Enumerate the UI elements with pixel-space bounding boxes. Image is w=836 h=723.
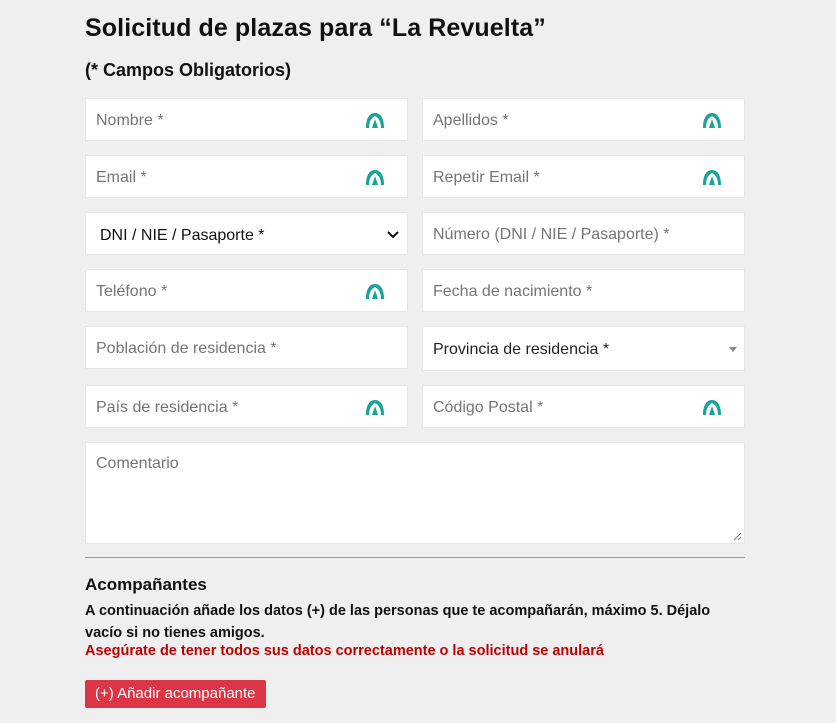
nombre-field[interactable]: Nombre * [85, 98, 408, 141]
apellidos-placeholder: Apellidos * [433, 112, 509, 129]
autofill-icon[interactable] [702, 169, 722, 186]
poblacion-field[interactable]: Población de residencia * [85, 326, 408, 369]
telefono-field[interactable]: Teléfono * [85, 269, 408, 312]
acompanantes-warning: Asegúrate de tener todos sus datos corre… [85, 643, 604, 659]
autofill-icon[interactable] [365, 112, 385, 129]
autofill-icon[interactable] [702, 112, 722, 129]
section-divider [85, 557, 745, 558]
pais-placeholder: País de residencia * [96, 399, 239, 416]
provincia-select[interactable]: Provincia de residencia * [422, 326, 745, 371]
comentario-placeholder: Comentario [96, 455, 179, 472]
comentario-textarea[interactable]: Comentario [85, 442, 745, 544]
telefono-placeholder: Teléfono * [96, 283, 168, 300]
apellidos-field[interactable]: Apellidos * [422, 98, 745, 141]
required-note: (* Campos Obligatorios) [85, 60, 292, 80]
document-number-field[interactable]: Número (DNI / NIE / Pasaporte) * [422, 212, 745, 255]
document-type-value: DNI / NIE / Pasaporte * [100, 227, 265, 244]
codigo-postal-placeholder: Código Postal * [433, 399, 544, 416]
nombre-placeholder: Nombre * [96, 112, 164, 129]
page-title: Solicitud de plazas para “La Revuelta” [85, 14, 546, 42]
fecha-nacimiento-field[interactable]: Fecha de nacimiento * [422, 269, 745, 312]
autofill-icon[interactable] [365, 399, 385, 416]
provincia-value: Provincia de residencia * [433, 341, 610, 358]
add-companion-button[interactable]: (+) Añadir acompañante [85, 680, 266, 708]
document-type-select[interactable]: DNI / NIE / Pasaporte * [85, 212, 408, 255]
autofill-icon[interactable] [702, 399, 722, 416]
email-field[interactable]: Email * [85, 155, 408, 198]
email-placeholder: Email * [96, 169, 147, 186]
document-number-placeholder: Número (DNI / NIE / Pasaporte) * [433, 226, 670, 243]
autofill-icon[interactable] [365, 283, 385, 300]
pais-field[interactable]: País de residencia * [85, 385, 408, 428]
caret-down-icon [729, 347, 737, 352]
resize-handle-icon[interactable] [733, 532, 742, 541]
repetir-email-field[interactable]: Repetir Email * [422, 155, 745, 198]
codigo-postal-field[interactable]: Código Postal * [422, 385, 745, 428]
repetir-email-placeholder: Repetir Email * [433, 169, 540, 186]
acompanantes-title: Acompañantes [85, 575, 207, 594]
poblacion-placeholder: Población de residencia * [96, 340, 277, 357]
autofill-icon[interactable] [365, 169, 385, 186]
acompanantes-description: A continuación añade los datos (+) de la… [85, 603, 711, 641]
chevron-down-icon [387, 231, 399, 239]
fecha-nacimiento-placeholder: Fecha de nacimiento * [433, 283, 593, 300]
